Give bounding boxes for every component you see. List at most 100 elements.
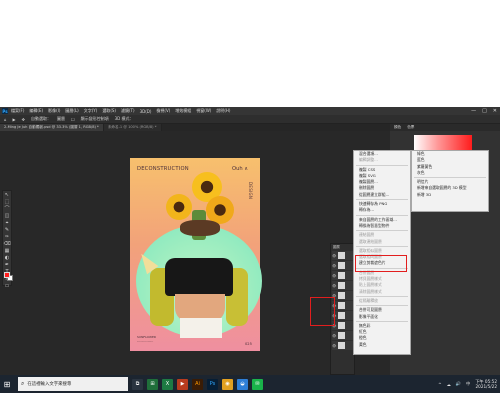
menu-filter[interactable]: 濾鏡(T) (121, 108, 135, 114)
stamp-tool-icon[interactable]: ✑ (3, 234, 11, 240)
layer-thumbnail (338, 312, 345, 319)
menu-image[interactable]: 影像(I) (48, 108, 60, 114)
menu-layer[interactable]: 圖層(L) (65, 108, 78, 114)
submenu-item[interactable]: 灰色 (412, 170, 488, 176)
task-view-icon[interactable]: ⧉ (132, 378, 143, 390)
close-icon[interactable]: ✕ (493, 108, 497, 114)
taskbar-clock[interactable]: 下午 05:52 2021/5/22 (475, 379, 497, 389)
home-icon[interactable]: ⌂ (4, 117, 7, 122)
volume-icon[interactable]: 🔊 (456, 381, 461, 387)
eye-icon[interactable]: 👁 (332, 254, 336, 258)
pen-tool-icon[interactable]: ✒ (3, 262, 11, 268)
context-menu-item: 清除圖層樣式 (359, 288, 382, 294)
context-menu-item[interactable]: 黃色 (354, 342, 410, 348)
tab-document-main[interactable]: 2-Ming Je Juh 自動獨創.psd @ 33.3% (圖層 1, RG… (0, 124, 104, 131)
layer-thumbnail (338, 302, 345, 309)
crop-tool-icon[interactable]: ⌖ (3, 220, 11, 226)
lasso-tool-icon[interactable]: ⌒ (3, 206, 11, 212)
eye-icon[interactable]: 👁 (332, 344, 336, 348)
black-top (165, 258, 233, 296)
menu-separator (356, 295, 408, 297)
layer-row[interactable]: 👁 (332, 271, 353, 280)
photoshop-taskbar-icon[interactable]: Ps (207, 378, 218, 390)
move-tool-icon[interactable]: ↖ (3, 192, 11, 198)
poster-title: DECONSTRUCTION (137, 166, 189, 172)
context-menu-item[interactable]: 轉存為... (354, 207, 410, 213)
color-picker-field[interactable] (414, 135, 472, 151)
menu-separator (356, 305, 408, 307)
menu-type[interactable]: 文字(Y) (84, 108, 98, 114)
windows-start-icon[interactable]: ⊞ (0, 375, 14, 393)
menu-separator (356, 214, 408, 216)
layers-panel-title: 圖層 (333, 245, 340, 249)
context-menu-item[interactable]: 轉換為智慧型物件 (354, 223, 410, 229)
tab-swatches[interactable]: 色票 (407, 125, 414, 130)
eye-icon[interactable]: 👁 (332, 264, 336, 268)
menu-window[interactable]: 視窗(W) (196, 108, 211, 114)
shape-tool-icon[interactable]: ▭ (3, 283, 11, 289)
brush-tool-icon[interactable]: ✎ (3, 227, 11, 233)
poster-vertical-text: DESIGN (248, 182, 253, 200)
menu-separator (356, 320, 408, 322)
tab-color[interactable]: 顏色 (394, 125, 401, 130)
layer-row[interactable]: 👁 (332, 341, 353, 350)
move-tool-icon[interactable]: ▶ (13, 117, 16, 122)
layer-row[interactable]: 👁 (332, 261, 353, 270)
marquee-tool-icon[interactable]: ⬚ (3, 199, 11, 205)
excel-icon[interactable]: X (162, 378, 173, 390)
layer-row[interactable]: 👁 (332, 291, 353, 300)
cloud-icon[interactable]: ☁ (447, 382, 451, 387)
eraser-tool-icon[interactable]: ⌫ (3, 241, 11, 247)
context-menu-item: 選取連結圖層 (359, 238, 382, 244)
context-menu-item: 從隔離釋放 (359, 297, 378, 303)
tray-chevron-icon[interactable]: ^ (438, 382, 442, 387)
layer-thumbnail (338, 332, 345, 339)
context-menu-item[interactable]: 從圖層建立群組... (354, 192, 410, 198)
menu-3d[interactable]: 3D(D) (140, 109, 152, 114)
3d-mode-label: 3D 模式： (114, 116, 134, 121)
object-select-tool-icon[interactable]: ◫ (3, 213, 11, 219)
move-cross-icon[interactable]: ✥ (22, 117, 25, 122)
system-tray: ^ ☁ 🔊 中 下午 05:52 2021/5/22 (438, 379, 500, 389)
illustrator-icon[interactable]: Ai (192, 378, 203, 390)
store-icon[interactable]: ⊞ (147, 378, 158, 390)
taskbar-search-box[interactable]: ⌕ 在這裡輸入文字來搜尋 (18, 377, 128, 391)
transform-label: 顯示變形控制項 (80, 116, 109, 121)
menu-separator (356, 199, 408, 201)
submenu-item[interactable]: 新增 3D (412, 192, 488, 198)
menu-view[interactable]: 檢視(V) (156, 108, 170, 114)
layer-row[interactable]: 👁 (332, 281, 353, 290)
auto-select-dropdown[interactable]: 圖層 (57, 116, 65, 122)
context-menu-item: 編輯調整... (359, 157, 378, 163)
poster-footer-line2: --------------- (137, 338, 154, 343)
layer-row[interactable]: 👁 (332, 251, 353, 260)
menu-plugins[interactable]: 增效模組 (175, 108, 191, 114)
eye-icon[interactable]: 👁 (332, 274, 336, 278)
menu-select[interactable]: 選取(S) (102, 108, 116, 114)
menu-edit[interactable]: 編輯(E) (29, 108, 43, 114)
foreground-color-swatch[interactable] (4, 272, 10, 278)
eye-icon[interactable]: 👁 (332, 334, 336, 338)
context-menu-item[interactable]: 影像平面化 (354, 314, 410, 320)
layer-row[interactable]: 👁 (332, 311, 353, 320)
layer-row[interactable]: 👁 (332, 321, 353, 330)
tab-document-untitled[interactable]: 未命名-1 @ 100% (RGB/8) * (103, 124, 162, 131)
window-controls: — □ ✕ (471, 108, 497, 114)
menu-file[interactable]: 檔案(F) (11, 108, 24, 114)
media-player-icon[interactable]: ▶ (177, 378, 188, 390)
layer-row[interactable]: 👁 (332, 301, 353, 310)
eye-icon[interactable]: 👁 (332, 284, 336, 288)
chrome-icon[interactable]: ◉ (222, 378, 233, 390)
menu-help[interactable]: 說明(H) (216, 108, 230, 114)
maximize-icon[interactable]: □ (482, 108, 487, 114)
ime-indicator[interactable]: 中 (466, 381, 470, 387)
transform-checkbox[interactable]: ☐ (71, 117, 75, 122)
gradient-tool-icon[interactable]: ▦ (3, 248, 11, 254)
search-icon: ⌕ (21, 380, 25, 387)
dodge-tool-icon[interactable]: ◐ (3, 255, 11, 261)
layer-thumbnail (338, 272, 345, 279)
edge-icon[interactable]: ◒ (237, 378, 248, 390)
minimize-icon[interactable]: — (471, 108, 476, 114)
layer-row[interactable]: 👁 (332, 331, 353, 340)
line-app-icon[interactable]: ✉ (252, 378, 263, 390)
